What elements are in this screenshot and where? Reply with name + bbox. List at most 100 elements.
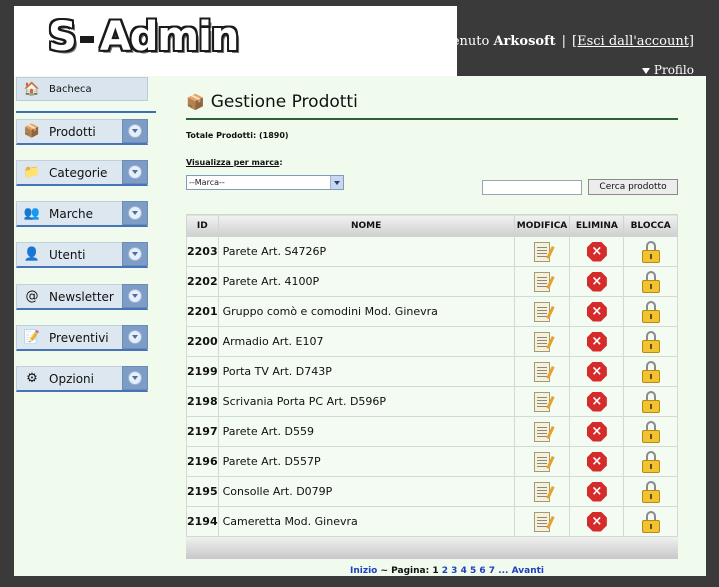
lock-icon[interactable] xyxy=(641,480,660,503)
column-header-name[interactable]: NOME xyxy=(217,214,515,237)
profile-menu[interactable]: Profilo xyxy=(641,63,694,77)
logo-letter: S xyxy=(48,14,77,60)
edit-icon[interactable] xyxy=(534,421,551,442)
lock-icon[interactable] xyxy=(641,300,660,323)
edit-icon[interactable] xyxy=(534,241,551,262)
delete-icon[interactable]: × xyxy=(586,421,607,442)
brand-filter-label-text: Visualizza per marca xyxy=(186,158,280,167)
edit-icon[interactable] xyxy=(534,391,551,412)
edit-icon[interactable] xyxy=(534,511,551,532)
column-header-id[interactable]: ID xyxy=(186,214,219,237)
logo: S Admin xyxy=(48,14,239,60)
row-id: 2197 xyxy=(186,416,219,447)
user-icon: 👤 xyxy=(23,247,41,262)
logo-dash xyxy=(79,35,94,43)
edit-icon[interactable] xyxy=(534,481,551,502)
edit-icon[interactable] xyxy=(534,301,551,322)
chevron-down-icon xyxy=(128,330,142,344)
lock-icon[interactable] xyxy=(641,330,660,353)
welcome-prefix: Benvenuto xyxy=(418,34,490,49)
title-divider xyxy=(186,118,678,120)
options-icon: ⚙ xyxy=(26,371,38,386)
delete-icon[interactable]: × xyxy=(586,511,607,532)
row-name: Parete Art. S4726P xyxy=(217,236,515,267)
delete-icon[interactable]: × xyxy=(586,481,607,502)
profile-label: Profilo xyxy=(653,63,694,77)
pager-page-link[interactable]: 3 xyxy=(451,566,457,576)
delete-icon[interactable]: × xyxy=(586,271,607,292)
edit-icon[interactable] xyxy=(534,331,551,352)
users-icon: 👥 xyxy=(23,206,41,221)
edit-icon[interactable] xyxy=(534,271,551,292)
sidebar-item-label: Opzioni xyxy=(49,371,94,386)
table-row: 2196 Parete Art. D557P × xyxy=(186,446,678,477)
header-logo-area: S Admin xyxy=(14,6,457,76)
row-id: 2202 xyxy=(186,266,219,297)
row-id: 2203 xyxy=(186,236,219,267)
delete-icon[interactable]: × xyxy=(586,451,607,472)
row-id: 2198 xyxy=(186,386,219,417)
sidebar-expand-utenti[interactable] xyxy=(122,242,148,266)
username: Arkosoft xyxy=(493,34,556,49)
product-search-input[interactable] xyxy=(482,180,582,195)
chevron-down-icon xyxy=(128,165,142,179)
table-row: 2202 Parete Art. 4100P × xyxy=(186,266,678,297)
table-footer-bar xyxy=(186,537,678,559)
sidebar-expand-preventivi[interactable] xyxy=(122,325,148,349)
row-id: 2196 xyxy=(186,446,219,477)
row-id: 2194 xyxy=(186,506,219,537)
logout-link[interactable]: [Esci dall'account] xyxy=(572,34,694,49)
page-title: 📦 Gestione Prodotti xyxy=(186,92,358,112)
search-product-button[interactable]: Cerca prodotto xyxy=(588,179,678,195)
delete-icon[interactable]: × xyxy=(586,301,607,322)
chevron-down-icon xyxy=(128,289,142,303)
header-user-area: Benvenuto Arkosoft | [Esci dall'account] P… xyxy=(419,6,706,77)
sidebar-item-label: Marche xyxy=(49,206,93,221)
delete-icon[interactable]: × xyxy=(586,391,607,412)
lock-icon[interactable] xyxy=(641,240,660,263)
products-icon: 📦 xyxy=(23,124,41,139)
pager-page-link[interactable]: 7 xyxy=(489,566,495,576)
chevron-down-icon xyxy=(128,206,142,220)
pager-page-link[interactable]: 4 xyxy=(461,566,467,576)
pager-first-link[interactable]: Inizio xyxy=(350,566,377,576)
row-id: 2201 xyxy=(186,296,219,327)
total-products: Totale Prodotti: (1890) xyxy=(186,131,289,140)
brand-select-value: --Marca-- xyxy=(189,178,225,187)
header-separator: | xyxy=(561,34,567,49)
brand-filter-colon: : xyxy=(279,158,283,167)
lock-icon[interactable] xyxy=(641,420,660,443)
sidebar-expand-marche[interactable] xyxy=(122,201,148,225)
delete-icon[interactable]: × xyxy=(586,361,607,382)
delete-icon[interactable]: × xyxy=(586,331,607,352)
sidebar-item-label: Bacheca xyxy=(49,83,92,95)
sidebar-expand-prodotti[interactable] xyxy=(122,119,148,143)
quote-icon: 📝 xyxy=(23,330,41,345)
edit-icon[interactable] xyxy=(534,451,551,472)
lock-icon[interactable] xyxy=(641,270,660,293)
edit-icon[interactable] xyxy=(534,361,551,382)
sidebar-expand-opzioni[interactable] xyxy=(122,366,148,390)
sidebar-expand-categorie[interactable] xyxy=(122,160,148,184)
pager-next-link[interactable]: Avanti xyxy=(512,566,544,576)
lock-icon[interactable] xyxy=(641,450,660,473)
sidebar-expand-newsletter[interactable] xyxy=(122,284,148,308)
sidebar-item-label: Prodotti xyxy=(49,124,96,139)
sidebar-item-label: Newsletter xyxy=(49,289,114,304)
row-id: 2195 xyxy=(186,476,219,507)
lock-icon[interactable] xyxy=(641,510,660,533)
row-id: 2199 xyxy=(186,356,219,387)
chevron-down-icon xyxy=(128,371,142,385)
sidebar-item-bacheca[interactable]: 🏠 Bacheca xyxy=(16,77,148,101)
row-name: Cameretta Mod. Ginevra xyxy=(217,506,515,537)
pager-page-link[interactable]: 6 xyxy=(479,566,485,576)
pager-page-link[interactable]: 2 xyxy=(442,566,448,576)
table-row: 2203 Parete Art. S4726P × xyxy=(186,236,678,267)
delete-icon[interactable]: × xyxy=(586,241,607,262)
brand-select[interactable]: --Marca-- xyxy=(186,175,344,190)
sidebar-item-label: Preventivi xyxy=(49,330,109,345)
lock-icon[interactable] xyxy=(641,390,660,413)
table-row: 2200 Armadio Art. E107 × xyxy=(186,326,678,357)
pager-page-link[interactable]: 5 xyxy=(470,566,476,576)
lock-icon[interactable] xyxy=(641,360,660,383)
